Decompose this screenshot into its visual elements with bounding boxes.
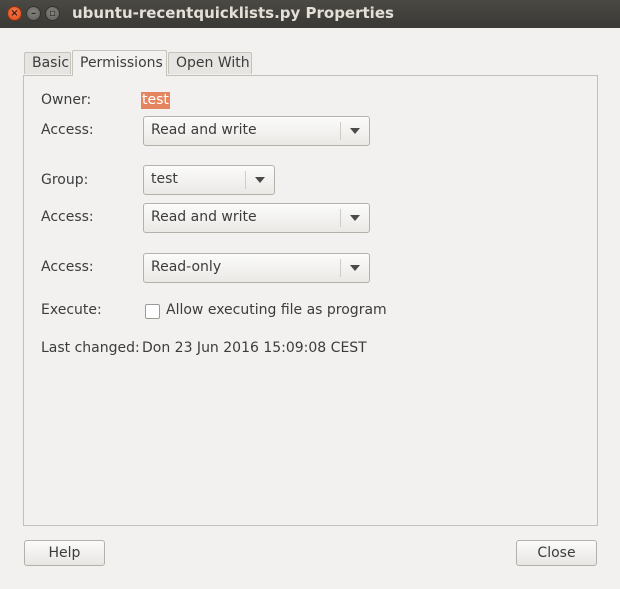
window-minimize-button[interactable]: – [26,6,41,21]
chevron-down-icon [255,177,265,183]
execute-label: Execute: [41,302,102,318]
group-value: test [151,171,178,187]
last-changed-label: Last changed: [41,340,140,356]
chevron-down-icon [350,265,360,271]
group-label: Group: [41,172,89,188]
combo-separator [340,259,341,277]
window-maximize-button[interactable]: ▫ [45,6,60,21]
last-changed-value: Don 23 Jun 2016 15:09:08 CEST [142,340,367,356]
group-access-value: Read and write [151,209,257,225]
combo-separator [340,209,341,227]
owner-label: Owner: [41,92,92,108]
combo-separator [245,171,246,189]
owner-access-label: Access: [41,122,94,138]
window-title: ubuntu-recentquicklists.py Properties [72,4,394,22]
chevron-down-icon [350,128,360,134]
minimize-icon: – [31,8,36,19]
owner-access-value: Read and write [151,122,257,138]
group-select[interactable]: test [143,165,275,195]
close-button[interactable]: Close [516,540,597,566]
others-access-label: Access: [41,259,94,275]
maximize-icon: ▫ [49,8,56,19]
execute-checkbox-label[interactable]: Allow executing file as program [166,302,387,318]
owner-access-select[interactable]: Read and write [143,116,370,146]
close-icon: × [10,8,19,19]
group-access-label: Access: [41,209,94,225]
window-close-button[interactable]: × [7,6,22,21]
others-access-value: Read-only [151,259,222,275]
tab-permissions[interactable]: Permissions [72,50,167,76]
tab-open-with[interactable]: Open With [168,52,252,74]
help-button[interactable]: Help [24,540,105,566]
title-bar: × – ▫ ubuntu-recentquicklists.py Propert… [0,0,620,28]
others-access-select[interactable]: Read-only [143,253,370,283]
tab-basic[interactable]: Basic [24,52,71,74]
owner-value[interactable]: test [141,92,170,109]
group-access-select[interactable]: Read and write [143,203,370,233]
chevron-down-icon [350,215,360,221]
execute-checkbox[interactable] [145,304,160,319]
combo-separator [340,122,341,140]
